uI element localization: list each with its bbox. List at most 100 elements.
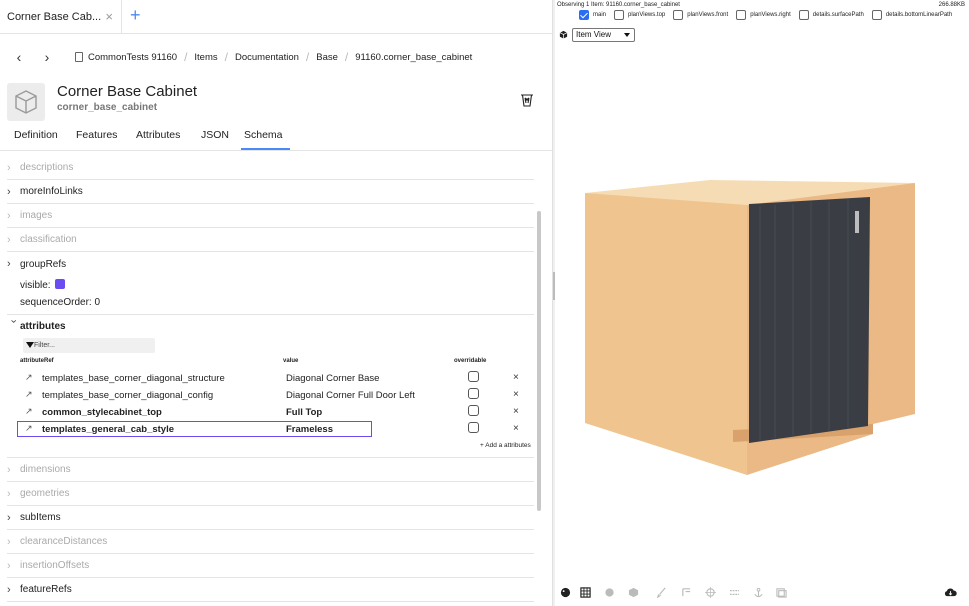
schema-row-clearancedistances[interactable]: › clearanceDistances <box>7 530 534 554</box>
dots-grid-icon[interactable] <box>729 587 740 598</box>
schema-row-label: insertionOffsets <box>20 560 90 571</box>
attribute-row[interactable]: ↗ templates_base_corner_diagonal_config … <box>22 387 527 404</box>
trash-icon[interactable] <box>519 92 535 108</box>
schema-row-label: featureRefs <box>20 584 72 595</box>
chevron-right-icon: › <box>7 185 11 198</box>
anchor-icon[interactable] <box>753 587 764 598</box>
chevron-right-icon: › <box>7 233 11 246</box>
brush-icon[interactable] <box>656 587 667 598</box>
overridable-checkbox[interactable] <box>468 371 479 382</box>
external-link-icon[interactable]: ↗ <box>25 389 33 400</box>
chevron-right-icon: › <box>7 559 11 572</box>
overridable-checkbox[interactable] <box>468 405 479 416</box>
visible-checkbox[interactable] <box>54 279 65 289</box>
schema-row-grouprefs[interactable]: › groupRefs <box>7 252 534 276</box>
chevron-right-icon: › <box>7 535 11 548</box>
checkbox[interactable] <box>736 10 747 20</box>
schema-row-images[interactable]: › images <box>7 204 534 228</box>
breadcrumb-base[interactable]: Base <box>316 52 338 63</box>
tab-attributes[interactable]: Attributes <box>136 129 180 141</box>
attributes-header[interactable]: › attributes <box>7 320 66 332</box>
breadcrumb-documentation[interactable]: Documentation <box>235 52 299 63</box>
cube-outline-icon[interactable] <box>628 587 639 598</box>
delete-icon[interactable]: × <box>513 406 519 417</box>
checkbox[interactable] <box>798 10 809 20</box>
tab-json[interactable]: JSON <box>201 129 229 141</box>
breadcrumb-project[interactable]: CommonTests 91160 <box>88 52 177 63</box>
toggle-label: details.surfacePath <box>812 12 864 18</box>
forward-button[interactable]: › <box>33 49 61 65</box>
attribute-ref: templates_base_corner_diagonal_structure <box>42 373 225 384</box>
schema-row-descriptions[interactable]: › descriptions <box>7 156 534 180</box>
grid-icon[interactable] <box>580 587 591 598</box>
schema-row-geometries[interactable]: › geometries <box>7 482 534 506</box>
breadcrumb-bar: ‹ › CommonTests 91160 / Items / Document… <box>0 44 552 70</box>
toggle-details-surfacepath[interactable]: details.surfacePath <box>798 10 864 20</box>
new-tab-button[interactable]: + <box>130 5 141 26</box>
checkbox[interactable] <box>614 10 625 20</box>
delete-icon[interactable]: × <box>513 372 519 383</box>
toggle-planviews-front[interactable]: planViews.front <box>673 10 728 20</box>
document-icon <box>75 52 83 62</box>
schema-row-subitems[interactable]: › subItems <box>7 506 534 530</box>
delete-icon[interactable]: × <box>513 389 519 400</box>
attributes-section: › attributes Filter... attributeRef valu… <box>7 317 534 458</box>
item-subtitle: corner_base_cabinet <box>57 102 158 113</box>
checkbox[interactable] <box>871 10 882 20</box>
breadcrumb-separator: / <box>305 50 310 64</box>
overridable-checkbox[interactable] <box>468 388 479 399</box>
view-mode-select[interactable]: Item View <box>572 28 635 42</box>
schema-row-featurerefs[interactable]: › featureRefs <box>7 578 534 602</box>
column-header-overridable: overridable <box>454 358 487 364</box>
schema-row-label: moreInfoLinks <box>20 186 83 197</box>
viewer-panel: Observing 1 Item: 91160.corner_base_cabi… <box>555 0 969 606</box>
checkbox[interactable] <box>579 10 589 20</box>
visible-label: visible: <box>20 280 51 291</box>
attribute-row[interactable]: ↗ common_stylecabinet_top Full Top × <box>22 404 527 421</box>
filter-input[interactable]: Filter... <box>23 338 155 353</box>
palette-icon[interactable] <box>560 587 571 598</box>
close-icon[interactable]: × <box>105 9 113 24</box>
schema-row-moreinfolinks[interactable]: › moreInfoLinks <box>7 180 534 204</box>
toggle-planviews-right[interactable]: planViews.right <box>736 10 791 20</box>
tab-definition[interactable]: Definition <box>14 129 58 141</box>
toggle-details-bottomlinearpath[interactable]: details.bottomLinearPath <box>871 10 952 20</box>
toggle-label: main <box>593 12 607 18</box>
attribute-value[interactable]: Diagonal Corner Full Door Left <box>286 390 415 401</box>
crosshair-icon[interactable] <box>705 587 716 598</box>
schema-row-insertionoffsets[interactable]: › insertionOffsets <box>7 554 534 578</box>
tab-features[interactable]: Features <box>76 129 117 141</box>
scrollbar[interactable] <box>537 211 541 511</box>
toggle-planviews-top[interactable]: planViews.top <box>614 10 665 20</box>
sequence-order-value[interactable]: 0 <box>95 297 101 308</box>
sequence-order-label: sequenceOrder: <box>20 297 92 308</box>
checkbox[interactable] <box>673 10 684 20</box>
cloud-download-icon[interactable] <box>944 587 957 598</box>
sphere-icon[interactable] <box>604 587 615 598</box>
overridable-checkbox[interactable] <box>468 422 479 433</box>
breadcrumb-current: 91160.corner_base_cabinet <box>355 51 473 63</box>
external-link-icon[interactable]: ↗ <box>25 406 33 417</box>
breadcrumb-items[interactable]: Items <box>194 52 217 63</box>
schema-row-dimensions[interactable]: › dimensions <box>7 458 534 482</box>
add-attribute-button[interactable]: + Add a attributes <box>480 442 531 449</box>
chevron-right-icon: › <box>7 487 11 500</box>
external-link-icon[interactable]: ↗ <box>25 372 33 383</box>
measure-icon[interactable] <box>681 587 692 598</box>
box-icon <box>15 90 37 114</box>
attribute-value[interactable]: Full Top <box>286 407 322 418</box>
attribute-value[interactable]: Diagonal Corner Base <box>286 373 379 384</box>
chevron-right-icon: › <box>7 583 11 596</box>
delete-icon[interactable]: × <box>513 423 519 434</box>
back-button[interactable]: ‹ <box>5 49 33 65</box>
tab-schema[interactable]: Schema <box>241 129 290 150</box>
cube-icon <box>559 30 568 39</box>
schema-row-classification[interactable]: › classification <box>7 228 534 252</box>
attributes-label: attributes <box>20 320 66 332</box>
column-header-attributeref: attributeRef <box>20 358 54 364</box>
tab-item[interactable]: Corner Base Cab... × <box>0 0 122 34</box>
attribute-row[interactable]: ↗ templates_base_corner_diagonal_structu… <box>22 370 527 387</box>
layers-icon[interactable] <box>776 587 787 598</box>
toggle-main[interactable]: main <box>579 10 606 20</box>
3d-viewport[interactable] <box>555 48 969 578</box>
